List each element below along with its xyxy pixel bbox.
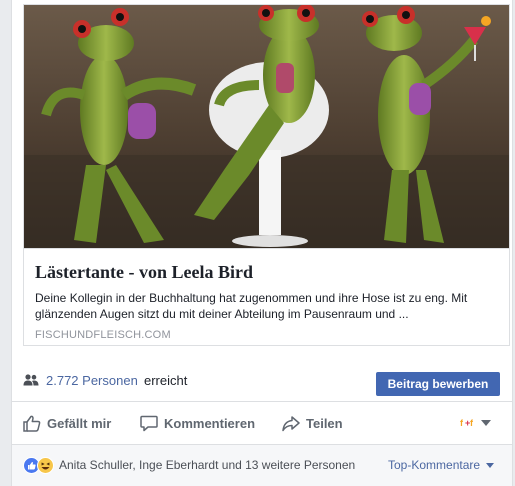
chevron-down-icon bbox=[481, 420, 491, 426]
reach-row: 2.772 Personen erreicht Beitrag bewerben bbox=[12, 361, 512, 402]
share-label: Teilen bbox=[306, 415, 343, 431]
comment-sort-label: Top-Kommentare bbox=[388, 458, 481, 472]
actions-row: Gefällt mir Kommentieren Teilen f + f bbox=[12, 402, 512, 445]
share-button[interactable]: Teilen bbox=[282, 412, 343, 434]
link-domain: FISCHUNDFLEISCH.COM bbox=[35, 329, 171, 341]
thumbs-up-icon bbox=[23, 415, 41, 432]
comment-button[interactable]: Kommentieren bbox=[140, 412, 255, 434]
reactions-row: Anita Schuller, Inge Eberhardt und 13 we… bbox=[12, 445, 512, 486]
haha-reaction-icon bbox=[37, 457, 54, 474]
chevron-down-icon bbox=[486, 463, 495, 469]
svg-text:f: f bbox=[460, 418, 464, 428]
svg-text:f: f bbox=[470, 418, 474, 428]
reaction-icons[interactable] bbox=[23, 457, 55, 474]
link-title[interactable]: Lästertante - von Leela Bird bbox=[35, 262, 253, 283]
share-icon bbox=[282, 415, 300, 431]
comment-icon bbox=[140, 415, 158, 431]
comment-label: Kommentieren bbox=[164, 415, 256, 431]
promote-post-button[interactable]: Beitrag bewerben bbox=[376, 372, 500, 396]
like-label: Gefällt mir bbox=[47, 415, 112, 431]
link-preview-text[interactable]: Lästertante - von Leela Bird Deine Kolle… bbox=[24, 248, 509, 345]
reactions-summary[interactable]: Anita Schuller, Inge Eberhardt und 13 we… bbox=[59, 458, 355, 472]
page-avatar-icon: f + f bbox=[460, 416, 476, 430]
link-preview-card[interactable]: Lästertante - von Leela Bird Deine Kolle… bbox=[23, 4, 510, 346]
frogs-photo[interactable] bbox=[24, 5, 509, 248]
post-as-selector[interactable]: f + f bbox=[460, 416, 491, 430]
link-description: Deine Kollegin in der Buchhaltung hat zu… bbox=[35, 291, 468, 321]
post-container: Lästertante - von Leela Bird Deine Kolle… bbox=[11, 0, 513, 486]
reach-suffix: erreicht bbox=[144, 373, 188, 388]
reach-count-link[interactable]: 2.772 Personen bbox=[46, 373, 138, 388]
frogs-illustration bbox=[24, 5, 509, 248]
people-icon bbox=[23, 373, 39, 391]
comment-sort-dropdown[interactable]: Top-Kommentare bbox=[388, 458, 495, 472]
like-button[interactable]: Gefällt mir bbox=[23, 412, 111, 434]
